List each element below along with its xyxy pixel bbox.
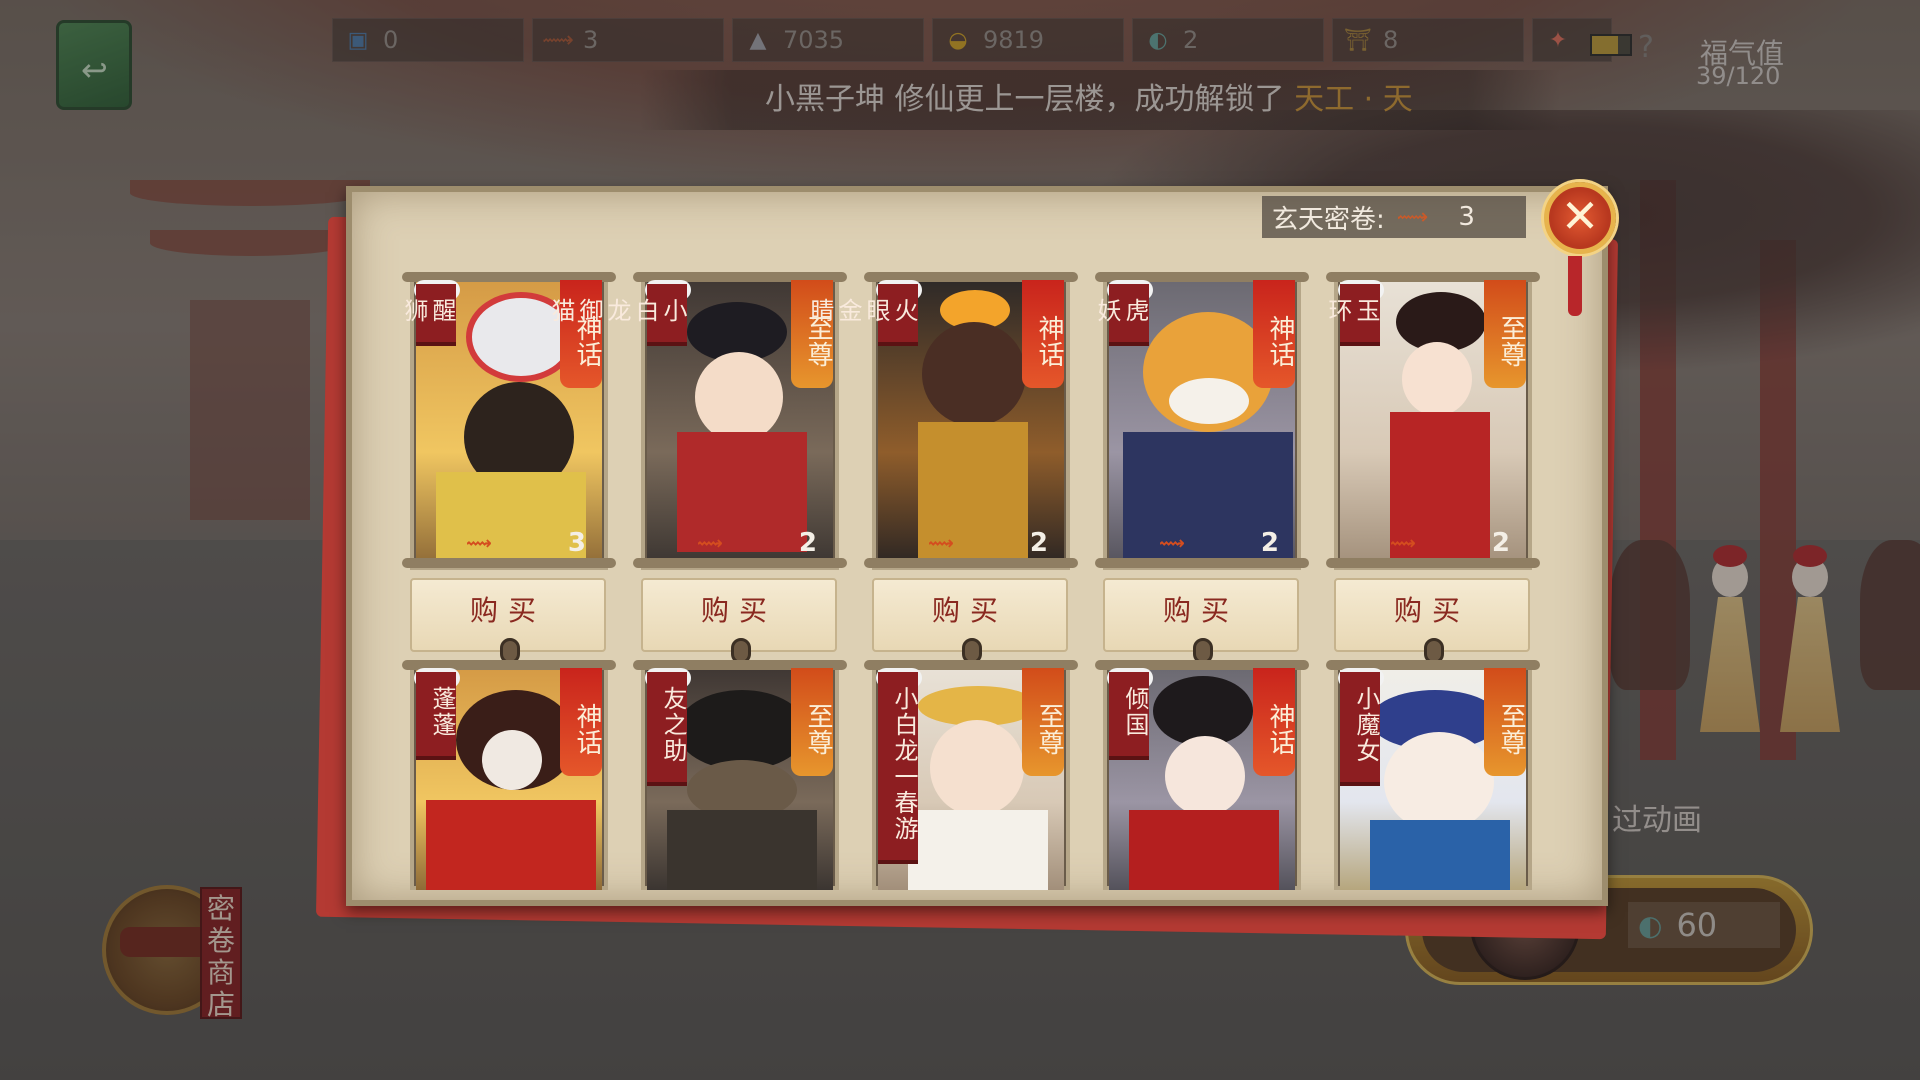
rarity-badge: 至尊 — [1484, 668, 1526, 776]
buy-label: 购买 — [469, 594, 546, 627]
buy-label: 购买 — [931, 594, 1008, 627]
buy-label: 购买 — [1162, 594, 1239, 627]
card-name: 玉环 — [1324, 284, 1380, 346]
card-name: 虎妖 — [1093, 284, 1149, 346]
rarity-badge: 至尊 — [1022, 668, 1064, 776]
card-xiaomonv[interactable]: 小魔女 至尊 — [1326, 660, 1540, 890]
scroll-cost: ⟿ 3 — [466, 526, 586, 560]
cost-value: 2 — [1491, 528, 1510, 558]
card-pengpeng[interactable]: 蓬蓬 神话 — [402, 660, 616, 890]
scroll-cost: ⟿ 2 — [928, 526, 1048, 560]
card-youzhizhu[interactable]: 友之助 至尊 — [633, 660, 847, 890]
rarity-badge: 神话 — [560, 280, 602, 388]
rarity-badge: 神话 — [1253, 280, 1295, 388]
buy-label: 购买 — [700, 594, 777, 627]
card-name: 蓬蓬 — [416, 672, 456, 760]
rarity-badge: 神话 — [560, 668, 602, 776]
buy-button[interactable]: 购买 — [410, 578, 606, 664]
balance-label: 玄天密卷: — [1272, 204, 1385, 235]
card-name: 友之助 — [647, 672, 687, 786]
scroll-cost: ⟿ 2 — [1159, 526, 1279, 560]
card-name: 倾国 — [1109, 672, 1149, 760]
cost-value: 2 — [798, 528, 817, 558]
cost-value: 2 — [1260, 528, 1279, 558]
card-name: 小白龙御猫 — [547, 284, 687, 346]
close-button[interactable]: ✕ — [1544, 182, 1616, 254]
scroll-cost: ⟿ 2 — [697, 526, 817, 560]
rarity-badge: 至尊 — [791, 668, 833, 776]
buy-button[interactable]: 购买 — [872, 578, 1068, 664]
scroll-icon: ⟿ — [928, 532, 954, 554]
scroll-icon: ⟿ — [1396, 204, 1429, 230]
rarity-badge: 神话 — [1253, 668, 1295, 776]
scroll-cost: ⟿ 2 — [1390, 526, 1510, 560]
card-name: 小白龙一春游 — [878, 672, 918, 864]
card-name: 醒狮 — [400, 284, 456, 346]
scroll-icon: ⟿ — [466, 532, 492, 554]
scroll-icon: ⟿ — [1390, 532, 1416, 554]
close-icon: ✕ — [1560, 189, 1600, 243]
card-name: 小魔女 — [1340, 672, 1380, 786]
rarity-badge: 至尊 — [791, 280, 833, 388]
rarity-badge: 神话 — [1022, 280, 1064, 388]
balance-value: 3 — [1458, 202, 1475, 232]
card-name: 火眼金睛 — [806, 284, 918, 346]
card-xiaobailong-chunyou[interactable]: 小白龙一春游 至尊 — [864, 660, 1078, 890]
buy-button[interactable]: 购买 — [1334, 578, 1530, 664]
scroll-icon: ⟿ — [697, 532, 723, 554]
card-qingguo[interactable]: 倾国 神话 — [1095, 660, 1309, 890]
buy-button[interactable]: 购买 — [641, 578, 837, 664]
cost-value: 2 — [1029, 528, 1048, 558]
rarity-badge: 至尊 — [1484, 280, 1526, 388]
scroll-balance: 玄天密卷: ⟿ 3 — [1262, 196, 1526, 238]
scroll-icon: ⟿ — [1159, 532, 1185, 554]
buy-button[interactable]: 购买 — [1103, 578, 1299, 664]
cost-value: 3 — [567, 528, 586, 558]
buy-label: 购买 — [1393, 594, 1470, 627]
tassel-decoration — [1568, 256, 1582, 316]
